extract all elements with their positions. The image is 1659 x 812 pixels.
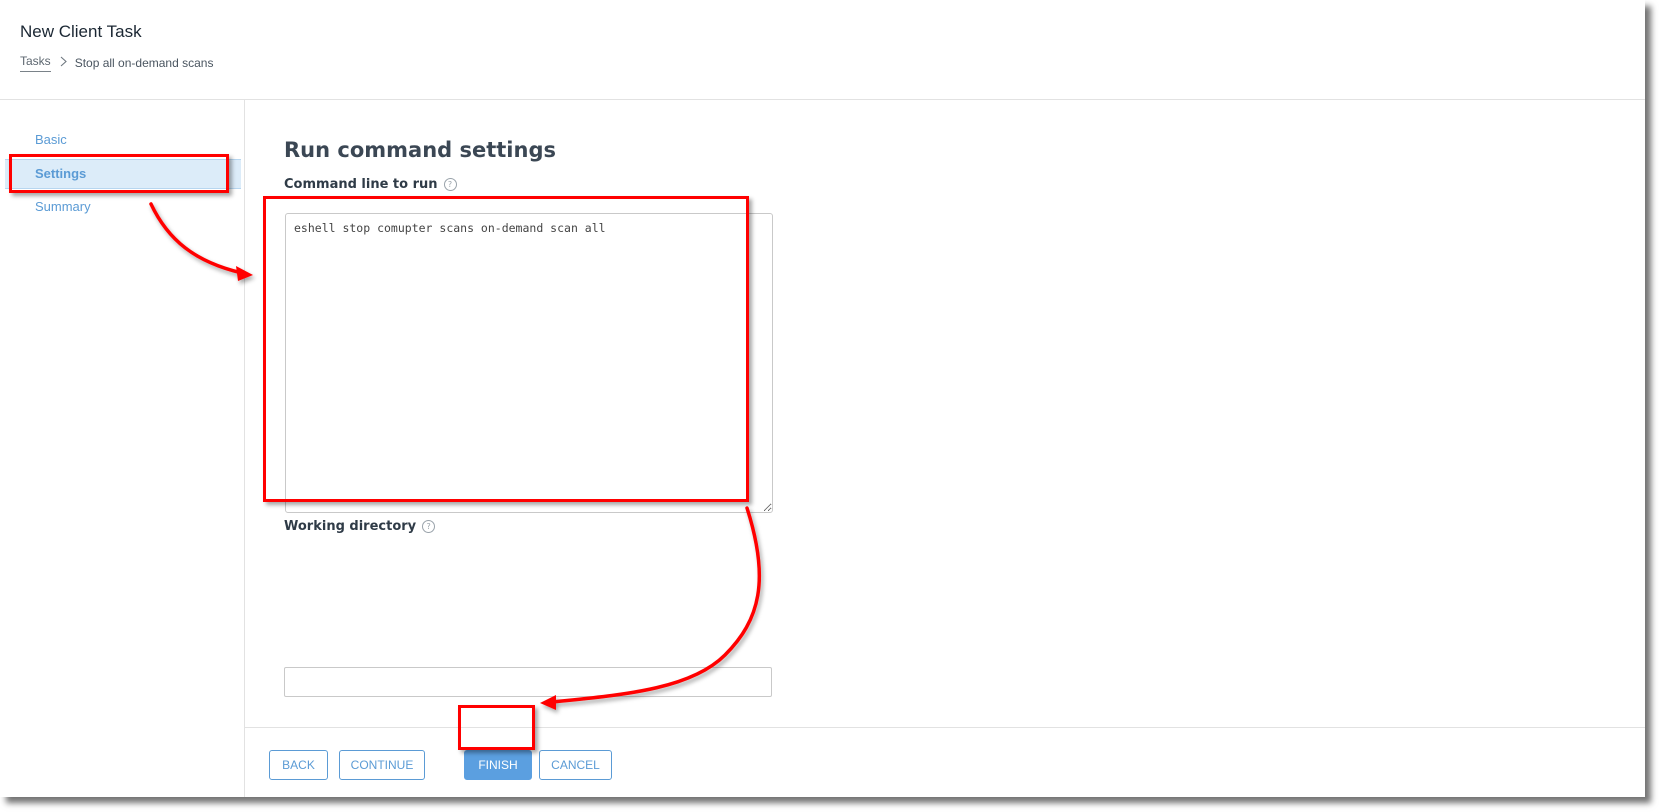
- continue-button[interactable]: CONTINUE: [339, 750, 425, 780]
- page-header: New Client Task Tasks Stop all on-demand…: [0, 0, 1645, 100]
- wizard-footer: BACK CONTINUE FINISH CANCEL: [245, 727, 1645, 798]
- sidebar-item-settings[interactable]: Settings: [5, 159, 241, 189]
- cancel-button[interactable]: CANCEL: [539, 750, 612, 780]
- working-directory-input[interactable]: [284, 667, 772, 697]
- command-line-label: Command line to run ?: [284, 177, 457, 192]
- breadcrumb: Tasks Stop all on-demand scans: [20, 54, 213, 72]
- command-line-textarea[interactable]: [285, 213, 773, 513]
- finish-button[interactable]: FINISH: [464, 750, 532, 780]
- wizard-sidebar: Basic Settings Summary: [0, 100, 245, 797]
- breadcrumb-tasks-link[interactable]: Tasks: [20, 54, 51, 72]
- chevron-right-icon: [60, 56, 67, 70]
- back-button[interactable]: BACK: [269, 750, 328, 780]
- question-circle-icon[interactable]: ?: [422, 520, 436, 533]
- command-line-label-text: Command line to run: [284, 177, 438, 192]
- working-directory-label: Working directory ?: [284, 519, 436, 534]
- main-content: Run command settings Command line to run…: [245, 100, 1645, 797]
- window-frame: New Client Task Tasks Stop all on-demand…: [0, 0, 1645, 797]
- sidebar-item-settings-label: Settings: [35, 166, 87, 181]
- sidebar-item-basic[interactable]: Basic: [35, 132, 67, 147]
- section-title: Run command settings: [284, 138, 556, 162]
- working-directory-label-text: Working directory: [284, 519, 417, 534]
- breadcrumb-current: Stop all on-demand scans: [74, 56, 214, 70]
- page-title: New Client Task: [20, 22, 142, 41]
- question-circle-icon[interactable]: ?: [443, 178, 457, 191]
- sidebar-item-summary[interactable]: Summary: [35, 199, 91, 214]
